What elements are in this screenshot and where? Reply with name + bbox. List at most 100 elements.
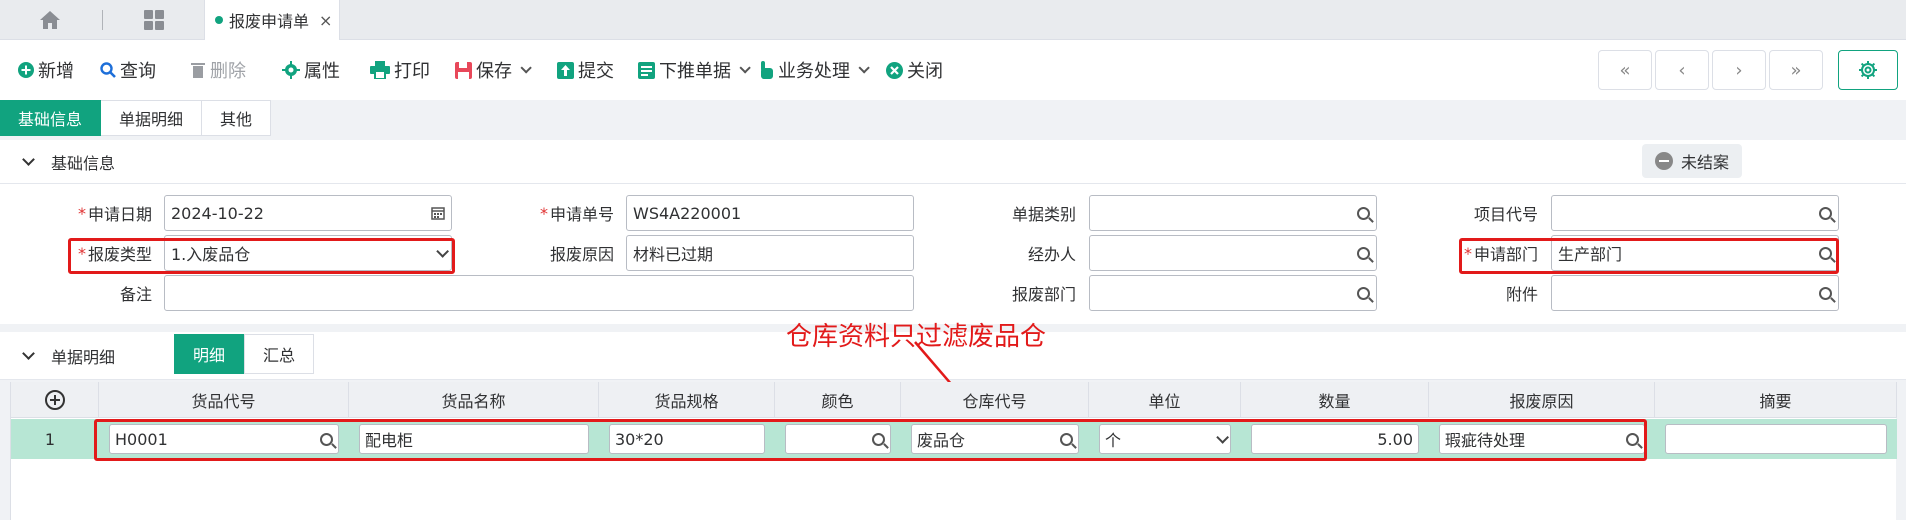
search-icon[interactable]	[1819, 206, 1832, 220]
apps-grid-icon[interactable]	[143, 9, 165, 31]
submit-button[interactable]: 提交	[557, 40, 614, 100]
table-row[interactable]: 1 H0001 配电柜 30*20 废品仓 个 5.00 瑕疵待处理	[11, 419, 1897, 459]
add-row-header[interactable]	[11, 382, 99, 418]
goods-name-cell[interactable]: 配电柜	[359, 424, 589, 454]
scrap-reason-field[interactable]: 材料已过期	[626, 235, 914, 271]
goods-spec-cell[interactable]: 30*20	[609, 424, 765, 454]
chevron-down-icon[interactable]	[520, 62, 532, 74]
search-icon[interactable]	[1819, 246, 1832, 260]
section-basic-header[interactable]: 基础信息	[0, 140, 1906, 184]
col-header: 货品代号	[99, 382, 349, 418]
chevron-down-icon[interactable]	[739, 62, 751, 74]
search-icon[interactable]	[1819, 286, 1832, 300]
save-button[interactable]: 保存	[455, 40, 532, 100]
search-icon[interactable]	[1626, 432, 1639, 446]
business-button[interactable]: 业务处理	[758, 40, 870, 100]
tab-scrap-request[interactable]: 报废申请单 ×	[204, 0, 340, 40]
basic-form: * 申请日期 2024-10-22 * 申请单号 WS4A220001 单据类别 项…	[0, 184, 1906, 324]
search-icon[interactable]	[1060, 432, 1073, 446]
tab-divider	[102, 10, 103, 30]
tab-label: 报废申请单	[229, 12, 310, 31]
last-icon: »	[1790, 59, 1802, 81]
search-icon[interactable]	[1357, 286, 1370, 300]
chevron-down-icon[interactable]	[858, 62, 870, 74]
apply-date-label: * 申请日期	[77, 203, 152, 225]
query-label: 查询	[120, 61, 156, 82]
settings-button[interactable]	[1838, 50, 1898, 90]
document-list-icon	[638, 61, 655, 79]
active-dot-icon	[215, 16, 223, 24]
quantity-cell[interactable]: 5.00	[1251, 424, 1419, 454]
tab-basic-info[interactable]: 基础信息	[0, 100, 102, 136]
gear-icon	[282, 61, 300, 79]
tab-detail[interactable]: 明细	[174, 334, 245, 374]
remark-field[interactable]	[164, 275, 914, 311]
tab-summary[interactable]: 汇总	[244, 334, 315, 374]
business-label: 业务处理	[778, 61, 850, 82]
section-basic-title: 基础信息	[51, 153, 116, 173]
attach-field[interactable]	[1551, 275, 1839, 311]
project-field[interactable]	[1551, 195, 1839, 231]
query-button[interactable]: 查询	[100, 40, 156, 100]
scrap-reason-label: 报废原因	[549, 245, 614, 264]
unit-select[interactable]: 个	[1099, 424, 1231, 454]
save-icon	[455, 61, 472, 79]
next-record-button[interactable]: ›	[1712, 50, 1766, 90]
section-detail-title: 单据明细	[51, 347, 116, 367]
add-button[interactable]: 新增	[18, 40, 74, 100]
col-header: 仓库代号	[901, 382, 1089, 418]
scrap-dept-field[interactable]	[1089, 275, 1377, 311]
scrap-type-label: * 报废类型	[77, 243, 152, 265]
search-icon[interactable]	[1357, 246, 1370, 260]
chevron-down-icon[interactable]	[22, 347, 35, 360]
detail-tabs: 明细 汇总	[174, 334, 315, 374]
color-cell[interactable]	[785, 424, 891, 454]
doc-type-field[interactable]	[1089, 195, 1377, 231]
add-row-icon[interactable]	[44, 389, 65, 410]
push-down-button[interactable]: 下推单据	[638, 40, 751, 100]
submit-label: 提交	[578, 61, 614, 82]
doc-type-label: 单据类别	[1011, 205, 1076, 224]
calendar-icon[interactable]	[431, 206, 445, 220]
apply-no-field[interactable]: WS4A220001	[626, 195, 914, 231]
home-icon[interactable]	[38, 10, 62, 30]
goods-code-cell[interactable]: H0001	[109, 424, 339, 454]
tab-doc-detail[interactable]: 单据明细	[101, 100, 203, 136]
print-label: 打印	[394, 61, 430, 82]
warehouse-cell[interactable]: 废品仓	[911, 424, 1079, 454]
trash-icon	[191, 63, 205, 78]
apply-dept-field[interactable]: 生产部门	[1551, 235, 1839, 271]
apply-dept-label: * 申请部门	[1463, 243, 1538, 265]
add-label: 新增	[38, 61, 74, 82]
handler-field[interactable]	[1089, 235, 1377, 271]
prev-record-button[interactable]: ‹	[1655, 50, 1709, 90]
properties-button[interactable]: 属性	[282, 40, 340, 100]
print-button[interactable]: 打印	[370, 40, 430, 100]
status-badge: 未结案	[1642, 144, 1742, 178]
summary-cell[interactable]	[1665, 424, 1887, 454]
chevron-down-icon[interactable]	[1216, 430, 1229, 444]
chevron-down-icon[interactable]	[436, 244, 449, 258]
scrap-type-select[interactable]: 1.入废品仓	[164, 235, 452, 271]
close-icon	[886, 61, 903, 79]
detail-table: 货品代号 货品名称 货品规格 颜色 仓库代号 单位 数量 报废原因 摘要 1 H…	[10, 382, 1897, 520]
tab-other[interactable]: 其他	[202, 100, 272, 136]
last-record-button[interactable]: »	[1769, 50, 1823, 90]
scrap-reason-cell[interactable]: 瑕疵待处理	[1439, 424, 1645, 454]
delete-button[interactable]: 删除	[190, 40, 246, 100]
next-icon: ›	[1735, 59, 1743, 81]
upload-icon	[557, 61, 574, 79]
save-label: 保存	[476, 61, 512, 82]
chevron-down-icon[interactable]	[22, 153, 35, 166]
close-button[interactable]: 关闭	[886, 40, 943, 100]
tab-close-icon[interactable]: ×	[319, 11, 332, 30]
search-icon[interactable]	[872, 432, 885, 446]
col-header: 货品规格	[599, 382, 775, 418]
first-record-button[interactable]: «	[1598, 50, 1652, 90]
search-icon[interactable]	[1357, 206, 1370, 220]
prev-icon: ‹	[1678, 59, 1686, 81]
apply-date-field[interactable]: 2024-10-22	[164, 195, 452, 231]
search-icon[interactable]	[320, 432, 333, 446]
search-icon	[100, 62, 116, 78]
col-header: 货品名称	[349, 382, 599, 418]
